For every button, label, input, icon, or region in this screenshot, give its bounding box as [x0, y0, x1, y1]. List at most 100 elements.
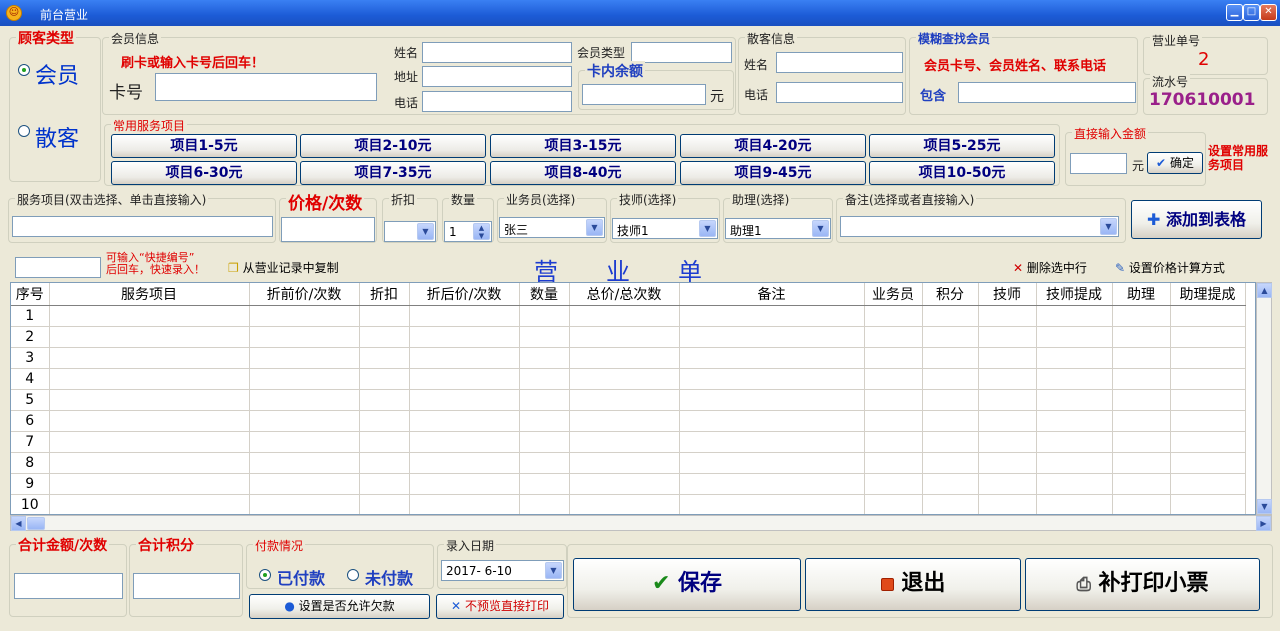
discount-select[interactable]: ▼	[384, 221, 436, 242]
column-header[interactable]: 折后价/次数	[409, 283, 520, 306]
serial-number-legend: 流水号	[1150, 73, 1191, 90]
member-card-hint: 刷卡或输入卡号后回车！	[121, 56, 265, 71]
copy-from-records-button[interactable]: ❐ 从营业记录中复制	[228, 259, 339, 276]
sales-table[interactable]: 序号 服务项目 折前价/次数 折扣 折后价/次数 数量 总价/总次数 备注 业务…	[10, 282, 1256, 515]
service-entry-input[interactable]	[12, 216, 273, 237]
column-header[interactable]: 总价/总次数	[569, 283, 680, 306]
column-header[interactable]: 备注	[679, 283, 865, 306]
payment-status-legend: 付款情况	[253, 537, 306, 554]
quick-code-input[interactable]	[15, 257, 101, 278]
walkin-radio[interactable]	[18, 125, 30, 137]
walkin-phone-field[interactable]	[776, 82, 903, 103]
confirm-button[interactable]: ✔ 确定	[1147, 152, 1203, 174]
quantity-stepper[interactable]: 1 ▲ ▼	[444, 221, 492, 242]
service-button-10[interactable]: 项目10-50元	[869, 161, 1055, 185]
row-number: 8	[11, 452, 50, 474]
table-row[interactable]: 1	[11, 305, 1246, 327]
member-address-field[interactable]	[422, 66, 572, 87]
scroll-down-icon[interactable]: ▼	[1257, 499, 1272, 514]
service-button-5[interactable]: 项目5-25元	[869, 134, 1055, 158]
save-button[interactable]: ✔ 保存	[573, 558, 801, 611]
column-header[interactable]: 技师	[978, 283, 1037, 306]
technician-select[interactable]: 技师1 ▼	[612, 218, 718, 239]
card-number-input[interactable]	[155, 73, 377, 101]
column-header[interactable]: 序号	[11, 283, 50, 306]
service-button-1[interactable]: 项目1-5元	[111, 134, 297, 158]
allow-debt-button[interactable]: ● 设置是否允许欠款	[249, 594, 430, 619]
stepper-arrows-icon[interactable]: ▲ ▼	[473, 223, 490, 240]
quantity-legend: 数量	[449, 191, 478, 208]
unpaid-radio[interactable]	[347, 569, 359, 581]
column-header[interactable]: 助理	[1112, 283, 1171, 306]
column-header[interactable]: 折前价/次数	[249, 283, 360, 306]
unpaid-radio-label[interactable]: 未付款	[365, 565, 413, 589]
table-row[interactable]: 9	[11, 473, 1246, 495]
column-header[interactable]: 服务项目	[49, 283, 250, 306]
member-type-field[interactable]	[631, 42, 732, 63]
horizontal-scrollbar[interactable]: ◀ ▶	[10, 515, 1272, 531]
no-preview-print-button[interactable]: ✕ 不预览直接打印	[436, 594, 564, 619]
exit-button-label: 退出	[901, 571, 946, 596]
walkin-name-field[interactable]	[776, 52, 903, 73]
table-row[interactable]: 10	[11, 494, 1246, 514]
reprint-button[interactable]: ⎙ 补打印小票	[1025, 558, 1260, 611]
service-button-7[interactable]: 项目7-35元	[300, 161, 486, 185]
maximize-button[interactable]: □	[1243, 4, 1260, 21]
price-mode-button[interactable]: ✎ 设置价格计算方式	[1115, 259, 1225, 276]
exit-button[interactable]: 退出	[805, 558, 1021, 611]
service-button-8[interactable]: 项目8-40元	[490, 161, 676, 185]
member-radio-label[interactable]: 会员	[35, 58, 79, 90]
column-header[interactable]: 技师提成	[1036, 283, 1113, 306]
service-button-6[interactable]: 项目6-30元	[111, 161, 297, 185]
copy-icon: ❐	[228, 261, 239, 275]
paid-radio-label[interactable]: 已付款	[277, 565, 325, 589]
member-phone-field[interactable]	[422, 91, 572, 112]
table-row[interactable]: 8	[11, 452, 1246, 474]
direct-amount-input[interactable]	[1070, 153, 1127, 174]
check-icon: ✔	[1156, 156, 1167, 170]
close-button[interactable]: ✕	[1260, 4, 1277, 21]
add-to-table-button[interactable]: ✚ 添加到表格	[1131, 200, 1262, 239]
serial-number-value: 170610001	[1149, 90, 1256, 110]
scroll-up-icon[interactable]: ▲	[1257, 283, 1272, 298]
table-row[interactable]: 5	[11, 389, 1246, 411]
remark-select[interactable]: ▼	[840, 216, 1119, 237]
scroll-left-icon[interactable]: ◀	[11, 516, 26, 531]
scroll-thumb[interactable]	[27, 517, 45, 530]
column-header[interactable]: 助理提成	[1170, 283, 1246, 306]
table-row[interactable]: 3	[11, 347, 1246, 369]
assistant-select[interactable]: 助理1 ▼	[725, 218, 831, 239]
member-radio[interactable]	[18, 64, 30, 76]
row-number: 10	[11, 494, 50, 514]
row-number: 7	[11, 431, 50, 453]
price-input[interactable]	[281, 217, 375, 242]
column-header[interactable]: 折扣	[359, 283, 410, 306]
table-row[interactable]: 4	[11, 368, 1246, 390]
entry-date-picker[interactable]: 2017- 6-10 ▼	[441, 560, 564, 581]
service-button-9[interactable]: 项目9-45元	[680, 161, 866, 185]
common-services-legend: 常用服务项目	[111, 117, 188, 134]
service-button-3[interactable]: 项目3-15元	[490, 134, 676, 158]
table-row[interactable]: 7	[11, 431, 1246, 453]
table-row[interactable]: 6	[11, 410, 1246, 432]
setup-services-link[interactable]: 设置常用服务项目	[1208, 144, 1268, 172]
dot-icon: ●	[284, 599, 295, 613]
column-header[interactable]: 业务员	[864, 283, 923, 306]
common-services-group: 常用服务项目 项目1-5元 项目2-10元 项目3-15元 项目4-20元 项目…	[104, 117, 1060, 186]
member-name-field[interactable]	[422, 42, 572, 63]
quantity-group: 数量 1 ▲ ▼	[442, 191, 494, 243]
delete-row-button[interactable]: ✕ 删除选中行	[1013, 259, 1087, 276]
paid-radio[interactable]	[259, 569, 271, 581]
column-header[interactable]: 数量	[519, 283, 570, 306]
fuzzy-search-input[interactable]	[958, 82, 1136, 103]
service-button-4[interactable]: 项目4-20元	[680, 134, 866, 158]
column-header[interactable]: 积分	[922, 283, 979, 306]
total-points-legend: 合计积分	[136, 535, 196, 555]
vertical-scrollbar[interactable]: ▲ ▼	[1256, 282, 1272, 515]
minimize-button[interactable]: ▁	[1226, 4, 1243, 21]
table-row[interactable]: 2	[11, 326, 1246, 348]
service-button-2[interactable]: 项目2-10元	[300, 134, 486, 158]
walkin-radio-label[interactable]: 散客	[35, 121, 79, 153]
scroll-right-icon[interactable]: ▶	[1256, 516, 1271, 531]
salesman-select[interactable]: 张三 ▼	[499, 217, 605, 238]
